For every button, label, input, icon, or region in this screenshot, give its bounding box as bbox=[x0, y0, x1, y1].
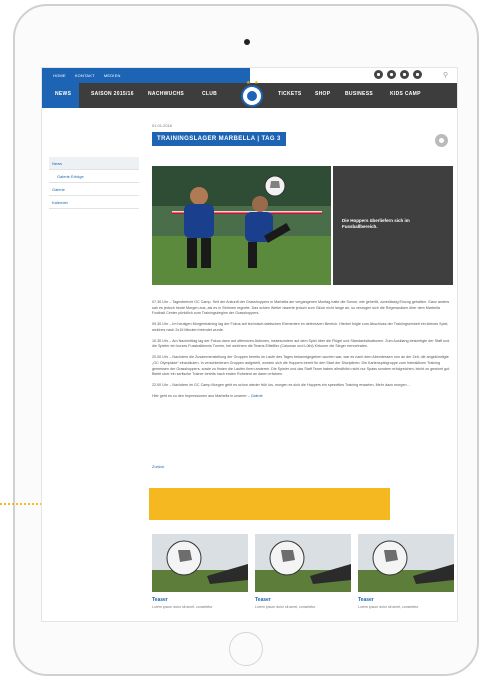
teaser-text: Lorem ipsum dolor sit amet, consetetur bbox=[358, 605, 419, 609]
nav-item-news[interactable]: NEWS bbox=[55, 91, 71, 97]
screen: HOME KONTAKT MEDIEN ⚲ NEWS SAISON 2015/1… bbox=[41, 67, 458, 622]
sidebar-item-galerie[interactable]: Galerie bbox=[49, 183, 139, 196]
sidebar-item-kalender[interactable]: Kalender bbox=[49, 196, 139, 209]
article-paragraph: 10.30 Uhr – Am Nachmittag lag der Fokus … bbox=[152, 338, 450, 349]
teaser-text: Lorem ipsum dolor sit amet, consetetur bbox=[152, 605, 213, 609]
facebook-icon[interactable] bbox=[374, 70, 383, 79]
nav-item-business[interactable]: BUSINESS bbox=[345, 91, 373, 97]
teaser-title: Teaser bbox=[152, 597, 168, 603]
ad-banner-placeholder[interactable] bbox=[149, 488, 390, 520]
hero-caption: Die Hoppers überliefern sich im Fussball… bbox=[342, 218, 410, 230]
teaser-image bbox=[358, 534, 454, 592]
teaser-title: Teaser bbox=[255, 597, 271, 603]
instagram-icon[interactable] bbox=[413, 70, 422, 79]
social-icons bbox=[374, 70, 422, 79]
gallery-note: Hier geht es zu den Impressionen aus Mar… bbox=[152, 394, 454, 400]
share-icon[interactable] bbox=[435, 134, 448, 147]
article-paragraph: 20.00 Uhr – Nachdem die Zusammenstellung… bbox=[152, 355, 451, 377]
sidebar-item-galerie-erfolge[interactable]: Galerie Erfolge bbox=[49, 170, 139, 183]
nav-item-nachwuchs[interactable]: NACHWUCHS bbox=[148, 91, 184, 97]
nav-item-club[interactable]: CLUB bbox=[202, 91, 217, 97]
search-icon[interactable]: ⚲ bbox=[443, 71, 448, 79]
teaser-card[interactable]: Teaser Lorem ipsum dolor sit amet, conse… bbox=[358, 534, 454, 609]
utility-link-medien[interactable]: MEDIEN bbox=[104, 73, 121, 78]
teaser-image bbox=[152, 534, 248, 592]
star-icon: ★ bbox=[254, 80, 259, 86]
nav-item-saison[interactable]: SAISON 2015/16 bbox=[91, 91, 134, 97]
teaser-image bbox=[255, 534, 351, 592]
teaser-title: Teaser bbox=[358, 597, 374, 603]
utility-link-kontakt[interactable]: KONTAKT bbox=[75, 73, 95, 78]
utility-link-home[interactable]: HOME bbox=[53, 73, 66, 78]
twitter-icon[interactable] bbox=[387, 70, 396, 79]
sidebar-nav: News Galerie Erfolge Galerie Kalender bbox=[49, 157, 139, 209]
teaser-card[interactable]: Teaser Lorem ipsum dolor sit amet, conse… bbox=[255, 534, 351, 609]
club-logo[interactable]: ★ ★ bbox=[241, 80, 263, 107]
teaser-text: Lorem ipsum dolor sit amet, consetetur bbox=[255, 605, 316, 609]
home-button[interactable] bbox=[229, 632, 263, 666]
nav-item-tickets[interactable]: TICKETS bbox=[278, 91, 302, 97]
hero-photo bbox=[152, 166, 331, 285]
gallery-note-text: Hier geht es zu den Impressionen aus Mar… bbox=[152, 393, 250, 398]
teaser-card[interactable]: Teaser Lorem ipsum dolor sit amet, conse… bbox=[152, 534, 248, 609]
article-paragraph: 22.00 Uhr – Nachdem im GC Camp Morgen ge… bbox=[152, 383, 411, 388]
gallery-link[interactable]: Galerie bbox=[251, 394, 263, 398]
logo-emblem bbox=[247, 91, 257, 101]
camera-icon bbox=[244, 39, 250, 45]
article-paragraph: 07.30 Uhr – Tagesbericht GC Camp. Seit d… bbox=[152, 300, 450, 316]
article-date: 01.01.2016 bbox=[152, 123, 173, 128]
nav-item-kids-camp[interactable]: KIDS CAMP bbox=[390, 91, 421, 97]
article-paragraph: 09.30 Uhr – Im heutigen Morgentraining l… bbox=[152, 322, 449, 332]
back-link[interactable]: Zurück bbox=[152, 464, 164, 469]
nav-item-shop[interactable]: SHOP bbox=[315, 91, 330, 97]
article-body: 07.30 Uhr – Tagesbericht GC Camp. Seit d… bbox=[152, 300, 454, 405]
youtube-icon[interactable] bbox=[400, 70, 409, 79]
article-title: TRAININGSLAGER MARBELLA | TAG 3 bbox=[152, 132, 286, 146]
star-icon: ★ bbox=[246, 80, 251, 86]
sidebar-item-news[interactable]: News bbox=[49, 157, 139, 170]
utility-links: HOME KONTAKT MEDIEN bbox=[42, 68, 250, 83]
